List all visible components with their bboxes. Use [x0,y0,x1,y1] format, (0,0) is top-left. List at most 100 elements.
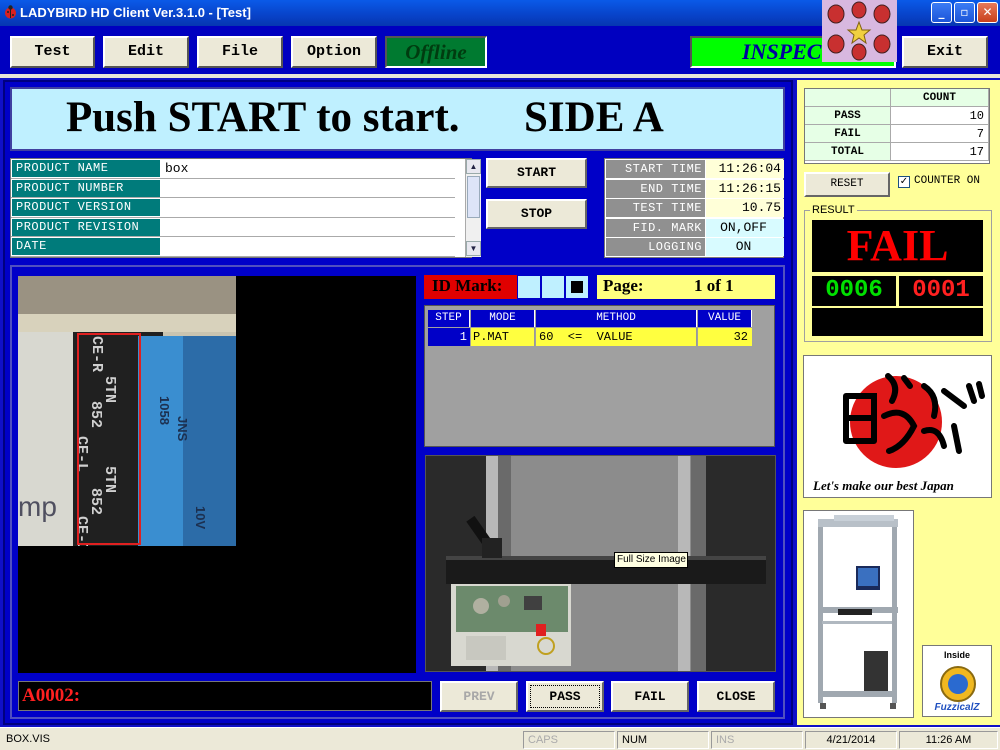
fid-mark-value: ON,OFF [706,218,784,237]
stop-button[interactable]: STOP [486,199,587,229]
product-revision-value[interactable] [163,219,453,236]
total-count-label: TOTAL [805,143,891,161]
product-info-scrollbar[interactable]: ▲ ▼ [465,159,481,257]
end-time-value: 11:26:15 [706,179,784,198]
fuzzical-inside-text: Inside [943,650,970,660]
fid-mark-label: FID. MARK [606,218,705,237]
pass-button[interactable]: PASS [526,681,604,712]
prev-button[interactable]: PREV [440,681,518,712]
option-button[interactable]: Option [291,36,377,68]
minimize-button[interactable]: _ [931,2,952,23]
product-revision-label: PRODUCT REVISION [12,218,160,236]
fuzzical-badge-icon [940,666,976,702]
logging-label: LOGGING [606,238,705,256]
scroll-up-icon[interactable]: ▲ [466,159,481,174]
step-column-header: STEP [428,310,470,327]
japan-sun-icon [843,373,985,468]
total-count-value: 17 [891,143,989,161]
count-table: COUNT PASS 10 FAIL 7 TOTAL 17 [804,88,990,164]
product-row: PRODUCT NUMBER [11,179,455,198]
page-label: Page: [603,276,644,295]
app-window: LADYBIRD HD Client Ver.3.1.0 - [Test] _ … [0,0,1000,750]
count-header: COUNT [891,89,989,107]
timing-row: END TIME 11:26:15 [606,179,784,199]
status-date: 4/21/2014 [805,731,897,749]
full-size-image[interactable] [425,455,776,672]
svg-text:JNS: JNS [175,416,190,442]
timing-row: LOGGING ON [606,238,784,257]
start-time-label: START TIME [606,160,705,178]
product-version-label: PRODUCT VERSION [12,199,160,216]
counter-on-checkbox[interactable]: ✓ [898,176,910,188]
fail-count-value: 7 [891,125,989,143]
end-time-label: END TIME [606,179,705,198]
fuzzicalz-logo: Inside FuzzicalZ [922,645,992,717]
start-time-value: 11:26:04 [706,160,784,178]
instruction-banner: Push START to start. SIDE A [10,87,785,151]
date-value[interactable] [163,238,453,255]
product-name-value[interactable]: box [163,160,453,177]
result-code-display: A0002: [18,681,432,711]
product-row: PRODUCT REVISION [11,218,455,237]
value-cell[interactable]: 32 [698,328,752,346]
result-left-count: 0006 [812,276,896,306]
close-button[interactable]: CLOSE [697,681,775,712]
maximize-button[interactable]: ▫ [954,2,975,23]
pass-count-value: 10 [891,107,989,125]
id-mark-cell [517,275,541,299]
product-number-value[interactable] [163,180,453,197]
method-cell[interactable]: 60 <= VALUE [536,328,697,346]
status-file: BOX.VIS [6,733,51,745]
page-value: 1 of 1 [694,276,734,295]
value-column-header: VALUE [698,310,752,327]
file-button[interactable]: File [197,36,283,68]
scroll-thumb[interactable] [467,176,480,218]
scroll-down-icon[interactable]: ▼ [466,241,481,256]
method-column-header: METHOD [536,310,697,327]
result-right-count: 0001 [899,276,983,306]
svg-text:10V: 10V [193,506,208,529]
id-mark-label: ID Mark: [424,275,517,299]
product-number-label: PRODUCT NUMBER [12,179,160,197]
mode-column-header: MODE [471,310,535,327]
inspection-machine-image [803,510,914,718]
fail-button[interactable]: FAIL [611,681,689,712]
fuzzical-name-text: FuzzicalZ [934,702,980,713]
product-row: PRODUCT NAME box [11,159,455,179]
toolbar-divider [0,74,1000,78]
edit-button[interactable]: Edit [103,36,189,68]
inspection-roi-box [77,333,141,545]
ladybugs-icon [827,1,891,61]
ladybird-logo-panel [822,0,897,62]
product-info-list: PRODUCT NAME box PRODUCT NUMBER PRODUCT … [10,158,481,258]
timing-row: START TIME 11:26:04 [606,160,784,179]
result-footer [812,308,983,336]
test-time-label: TEST TIME [606,199,705,217]
exit-button[interactable]: Exit [902,36,988,68]
status-num: NUM [617,731,709,749]
mode-cell[interactable]: P.MAT [471,328,535,346]
timing-row: TEST TIME 10.75 [606,199,784,218]
status-bar: BOX.VIS CAPS NUM INS 4/21/2014 11:26 AM [0,727,1000,750]
full-size-image-tooltip: Full Size Image [614,552,688,568]
product-row: PRODUCT VERSION [11,198,455,218]
pass-count-label: PASS [805,107,891,125]
timing-row: FID. MARK ON,OFF [606,218,784,238]
result-status: FAIL [812,220,983,272]
fail-count-label: FAIL [805,125,891,143]
result-group-label: RESULT [810,204,857,216]
product-row: DATE [11,237,455,257]
step-cell[interactable]: 1 [428,328,470,346]
test-time-value: 10.75 [706,199,784,217]
start-button[interactable]: START [486,158,587,188]
reset-button[interactable]: RESET [804,172,890,197]
page-indicator: Page: 1 of 1 [597,275,775,299]
test-button[interactable]: Test [10,36,95,68]
date-label: DATE [12,238,160,255]
product-version-value[interactable] [163,199,453,216]
ladybird-app-icon [5,5,16,19]
svg-text:1058: 1058 [157,396,172,425]
close-window-button[interactable]: ✕ [977,2,998,23]
timing-panel: START TIME 11:26:04 END TIME 11:26:15 TE… [604,158,784,258]
svg-text:mp: mp [18,491,57,522]
